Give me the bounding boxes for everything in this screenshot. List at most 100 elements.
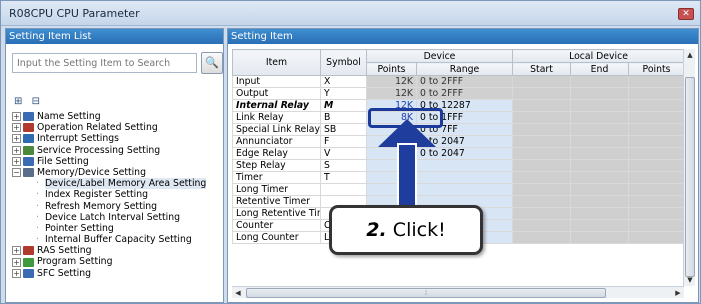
table-row[interactable]: Internal Relay M 12K 0 to 12287 (232, 99, 684, 112)
points-cell[interactable]: 12K (366, 87, 417, 100)
local-points-cell[interactable] (628, 231, 684, 244)
local-end-cell[interactable] (570, 123, 630, 136)
local-end-cell[interactable] (570, 195, 630, 208)
col-header-device: Device (365, 49, 514, 63)
search-field[interactable] (12, 53, 197, 73)
tree-item-pointer-setting[interactable]: · Pointer Setting (12, 223, 224, 234)
expand-icon[interactable]: + (12, 246, 21, 256)
collapse-icon[interactable]: − (12, 168, 21, 178)
vertical-scroll-thumb[interactable] (685, 77, 695, 277)
local-end-cell[interactable] (570, 147, 630, 160)
local-points-cell[interactable] (628, 159, 684, 172)
local-start-cell[interactable] (512, 135, 572, 148)
tree-item-operation-setting[interactable]: + Operation Related Setting (12, 122, 224, 133)
tree-item-device-latch-interval[interactable]: · Device Latch Interval Setting (12, 212, 224, 223)
tree-item-interrupt-settings[interactable]: + Interrupt Settings (12, 133, 224, 144)
symbol-cell: T (320, 171, 367, 184)
horizontal-scroll-thumb[interactable]: ⦙ (246, 288, 606, 298)
tree-item-refresh-memory[interactable]: · Refresh Memory Setting (12, 201, 224, 212)
range-cell (415, 171, 514, 184)
local-points-cell[interactable] (628, 123, 684, 136)
col-header-start: Start (512, 62, 572, 76)
local-points-cell[interactable] (628, 99, 684, 112)
vertical-scrollbar[interactable]: ▲ ▼ (683, 49, 695, 286)
tree-item-program-setting[interactable]: + Program Setting (12, 256, 224, 267)
local-start-cell[interactable] (512, 87, 572, 100)
operation-icon (23, 123, 34, 133)
local-points-cell[interactable] (628, 183, 684, 196)
local-start-cell[interactable] (512, 123, 572, 136)
local-start-cell[interactable] (512, 195, 572, 208)
local-start-cell[interactable] (512, 159, 572, 172)
local-start-cell[interactable] (512, 231, 572, 244)
table-row[interactable]: Long Timer (232, 183, 684, 196)
expand-icon[interactable]: + (12, 123, 21, 133)
tree-item-sfc-setting[interactable]: + SFC Setting (12, 268, 224, 279)
setting-item-list-header: Setting Item List (6, 29, 223, 44)
table-row[interactable]: Input X 12K 0 to 2FFF (232, 75, 684, 88)
local-start-cell[interactable] (512, 183, 572, 196)
expand-icon[interactable]: + (12, 134, 21, 144)
tree-item-name-setting[interactable]: + Name Setting (12, 111, 224, 122)
scroll-left-icon[interactable]: ◀ (232, 287, 244, 299)
local-start-cell[interactable] (512, 111, 572, 124)
tree-item-ras-setting[interactable]: + RAS Setting (12, 245, 224, 256)
local-points-cell[interactable] (628, 147, 684, 160)
range-cell: 0 to 2FFF (415, 87, 514, 100)
local-points-cell[interactable] (628, 75, 684, 88)
local-end-cell[interactable] (570, 231, 630, 244)
local-start-cell[interactable] (512, 207, 572, 220)
local-start-cell[interactable] (512, 219, 572, 232)
tree-item-file-setting[interactable]: + File Setting (12, 156, 224, 167)
local-points-cell[interactable] (628, 207, 684, 220)
expand-icon[interactable]: + (12, 145, 21, 155)
scroll-right-icon[interactable]: ▶ (672, 287, 684, 299)
tree-item-service-processing-setting[interactable]: + Service Processing Setting (12, 145, 224, 156)
local-end-cell[interactable] (570, 75, 630, 88)
local-end-cell[interactable] (570, 87, 630, 100)
search-input[interactable] (13, 54, 196, 72)
local-end-cell[interactable] (570, 207, 630, 220)
local-end-cell[interactable] (570, 183, 630, 196)
tree-item-memory-device-setting[interactable]: − Memory/Device Setting (12, 167, 224, 178)
local-start-cell[interactable] (512, 171, 572, 184)
search-binoculars-icon[interactable]: 🔍 (201, 52, 223, 74)
local-points-cell[interactable] (628, 219, 684, 232)
close-icon[interactable]: ✕ (678, 8, 694, 20)
tree-item-device-label-memory-area[interactable]: · Device/Label Memory Area Setting (12, 178, 224, 189)
local-points-cell[interactable] (628, 111, 684, 124)
table-row[interactable]: Output Y 12K 0 to 2FFF (232, 87, 684, 100)
local-end-cell[interactable] (570, 171, 630, 184)
expand-icon[interactable]: + (12, 112, 21, 122)
tree-toolbar-icons[interactable]: ⊞ ⊟ (14, 96, 43, 107)
scroll-up-icon[interactable]: ▲ (684, 49, 696, 61)
expand-icon[interactable]: + (12, 257, 21, 267)
expand-icon[interactable]: + (12, 156, 21, 166)
local-start-cell[interactable] (512, 99, 572, 112)
local-points-cell[interactable] (628, 87, 684, 100)
table-row[interactable]: Annunciator F 2K 0 to 2047 (232, 135, 684, 148)
expand-all-icon[interactable]: ⊞ (14, 96, 25, 107)
local-end-cell[interactable] (570, 159, 630, 172)
table-row[interactable]: Link Relay B 8K 0 to 1FFF (232, 111, 684, 124)
tree-item-internal-buffer-capacity[interactable]: · Internal Buffer Capacity Setting (12, 234, 224, 245)
local-end-cell[interactable] (570, 111, 630, 124)
collapse-all-icon[interactable]: ⊟ (32, 96, 43, 107)
local-end-cell[interactable] (570, 219, 630, 232)
tree-item-index-register[interactable]: · Index Register Setting (12, 189, 224, 200)
expand-icon[interactable]: + (12, 268, 21, 278)
local-end-cell[interactable] (570, 135, 630, 148)
scroll-down-icon[interactable]: ▼ (684, 274, 696, 286)
local-points-cell[interactable] (628, 135, 684, 148)
points-cell[interactable]: 12K (366, 75, 417, 88)
table-row[interactable]: Timer T (232, 171, 684, 184)
local-points-cell[interactable] (628, 195, 684, 208)
local-points-cell[interactable] (628, 171, 684, 184)
table-row[interactable]: Special Link Relay SB 2K 0 to 7FF (232, 123, 684, 136)
local-start-cell[interactable] (512, 147, 572, 160)
local-start-cell[interactable] (512, 75, 572, 88)
table-row[interactable]: Edge RelayV2K0 to 2047 (232, 147, 684, 160)
local-end-cell[interactable] (570, 99, 630, 112)
horizontal-scrollbar[interactable]: ◀ ⦙ ▶ (232, 286, 684, 298)
table-row[interactable]: Step RelayS0 (232, 159, 684, 172)
